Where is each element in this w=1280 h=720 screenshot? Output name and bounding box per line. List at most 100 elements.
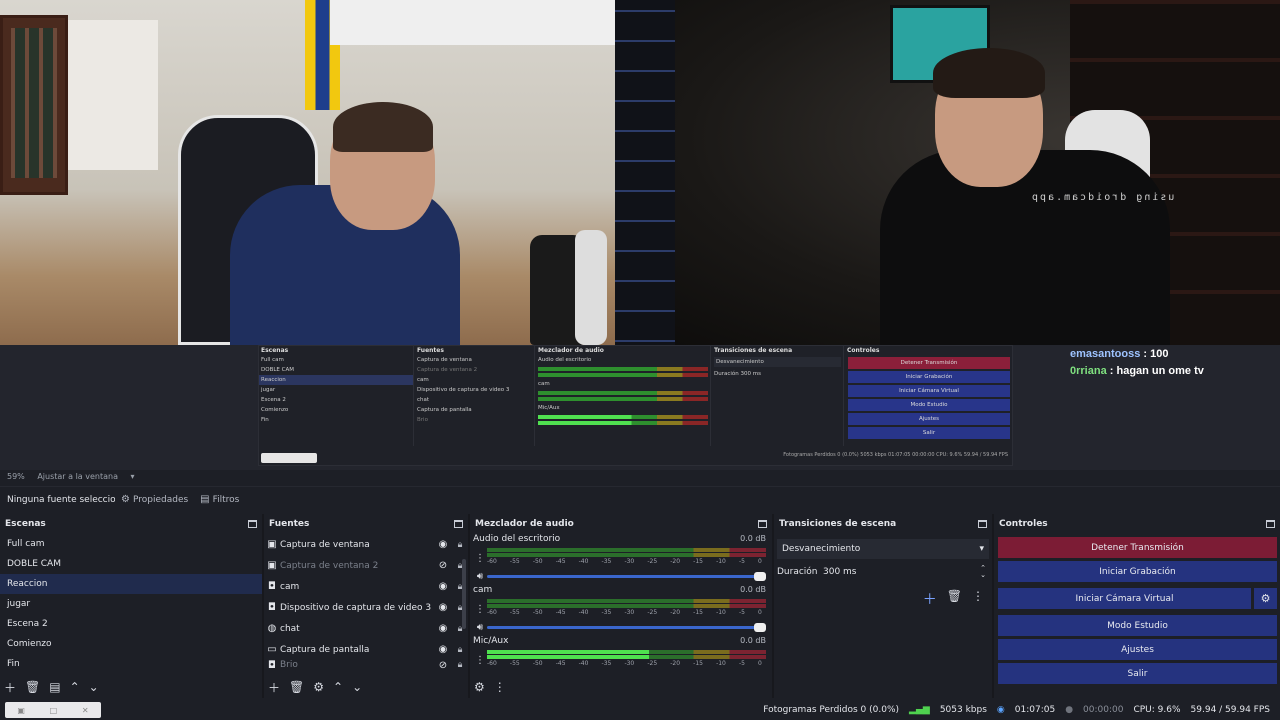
source-item[interactable]: ◘ Dispositivo de captura de video 3 ◉ 🔒︎ <box>264 597 468 618</box>
undock-icon[interactable] <box>454 520 463 528</box>
meter-bar-active <box>487 655 766 659</box>
undock-icon[interactable] <box>248 520 257 528</box>
scene-item[interactable]: DOBLE CAM <box>0 554 262 574</box>
more-options-icon[interactable]: ⋮ <box>972 589 984 609</box>
eye-icon[interactable]: ◉ <box>434 581 452 592</box>
sources-dock-title: Fuentes <box>264 514 468 534</box>
filters-button[interactable]: ▤ Filtros <box>194 494 245 505</box>
slider-handle[interactable] <box>754 571 766 581</box>
trash-icon[interactable]: 🗑 <box>289 680 304 694</box>
source-label: Captura de ventana 2 <box>280 560 379 571</box>
transition-select[interactable]: Desvanecimiento ▾ <box>777 539 989 559</box>
gear-icon[interactable]: ⚙ <box>313 680 324 694</box>
undock-icon[interactable] <box>978 520 987 528</box>
transition-actions: ＋ 🗑 ⋮ <box>774 585 992 613</box>
window-icon[interactable]: ▣ <box>17 706 25 715</box>
meter-bar <box>487 604 766 608</box>
zoom-fit-label: Ajustar a la ventana <box>37 472 118 481</box>
source-item[interactable]: ◘ Brio ⊘ 🔒︎ <box>264 660 468 670</box>
gear-icon[interactable]: ⚙ <box>1254 588 1277 609</box>
move-up-icon[interactable]: ⌃ <box>333 680 343 694</box>
preview-canvas[interactable]: using droidcam.app emasantooss : 100 0rr… <box>0 0 1280 470</box>
mini-channel: Mic/Aux <box>538 405 560 411</box>
eye-icon[interactable]: ◉ <box>434 623 452 634</box>
mini-source: Captura de pantalla <box>417 407 472 413</box>
tick: -45 <box>555 558 566 565</box>
more-options-icon[interactable]: ⋮ <box>473 604 487 615</box>
studio-mode-button[interactable]: Modo Estudio <box>998 615 1277 636</box>
tick: -45 <box>555 609 566 616</box>
status-bar: ▣ □ ✕ Fotogramas Perdidos 0 (0.0%) ▂▄▆ 5… <box>0 700 1280 720</box>
scene-item[interactable]: jugar <box>0 594 262 614</box>
volume-meter: -60 -55 -50 -45 -40 -35 -30 -25 -20 -15 -10 -5 0 <box>487 650 766 670</box>
close-icon[interactable]: ✕ <box>82 706 89 715</box>
move-up-icon[interactable]: ⌃ <box>70 680 80 694</box>
start-virtual-cam-button[interactable]: Iniciar Cámara Virtual <box>998 588 1251 609</box>
eye-icon[interactable]: ◉ <box>434 602 452 613</box>
volume-slider[interactable] <box>487 622 766 632</box>
volume-icon[interactable]: 🔊︎ <box>473 622 487 633</box>
controls-dock-title: Controles <box>994 514 1280 534</box>
more-options-icon[interactable]: ⋮ <box>473 553 487 564</box>
camera-icon: ◘ <box>268 660 276 670</box>
zoom-fit-select[interactable]: Ajustar a la ventana ▾ <box>37 472 144 481</box>
source-label: Captura de pantalla <box>280 644 370 655</box>
more-options-icon[interactable]: ⋮ <box>494 680 506 694</box>
scene-item[interactable]: Escena 2 <box>0 614 262 634</box>
undock-icon[interactable] <box>758 520 767 528</box>
add-icon[interactable]: ＋ <box>923 589 937 609</box>
filter-icon[interactable]: ▤ <box>49 680 60 694</box>
gear-icon[interactable]: ⚙ <box>474 680 485 694</box>
source-item[interactable]: ▭ Captura de pantalla ◉ 🔒︎ <box>264 639 468 660</box>
droidcam-watermark: using droidcam.app <box>1030 192 1175 203</box>
tick: -25 <box>647 609 658 616</box>
add-icon[interactable]: ＋ <box>268 679 280 696</box>
add-icon[interactable]: ＋ <box>4 679 16 696</box>
volume-icon[interactable]: 🔊︎ <box>473 571 487 582</box>
scene-item[interactable]: Reaccion <box>0 574 262 594</box>
lock-icon[interactable]: 🔒︎ <box>452 540 468 550</box>
source-label: chat <box>280 623 300 634</box>
spin-arrows-icon[interactable]: ⌃ ⌄ <box>980 565 986 579</box>
stream-icon: ◉ <box>996 705 1005 715</box>
channel-header: cam 0.0 dB <box>473 585 766 598</box>
source-label: Captura de ventana <box>280 539 370 550</box>
stream-time: 01:07:05 <box>1014 705 1056 715</box>
eye-off-icon[interactable]: ⊘ <box>434 660 452 670</box>
cpu-usage: CPU: 9.6% <box>1133 705 1181 715</box>
scrollbar[interactable] <box>462 559 466 629</box>
eye-icon[interactable]: ◉ <box>434 644 452 655</box>
slider-handle[interactable] <box>754 622 766 632</box>
stop-stream-button[interactable]: Detener Transmisión <box>998 537 1277 558</box>
mini-scene: jugar <box>261 387 276 393</box>
undock-icon[interactable] <box>1266 520 1275 528</box>
chat-username: emasantooss <box>1070 348 1141 360</box>
scenes-dock: Escenas Full cam DOBLE CAM Reaccion juga… <box>0 514 262 698</box>
source-label: Brio <box>280 660 298 670</box>
taskbar-dock[interactable]: ▣ □ ✕ <box>5 702 101 718</box>
scene-item[interactable]: Fin <box>0 654 262 674</box>
maximize-icon[interactable]: □ <box>50 706 58 715</box>
trash-icon[interactable]: 🗑 <box>947 589 962 609</box>
scene-item[interactable]: Full cam <box>0 534 262 554</box>
settings-button[interactable]: Ajustes <box>998 639 1277 660</box>
scene-item[interactable]: Comienzo <box>0 634 262 654</box>
eye-off-icon[interactable]: ⊘ <box>434 560 452 571</box>
trash-icon[interactable]: 🗑 <box>25 680 40 694</box>
volume-slider[interactable] <box>487 571 766 581</box>
lock-icon[interactable]: 🔒︎ <box>452 660 468 670</box>
source-item[interactable]: ▣ Captura de ventana ◉ 🔒︎ <box>264 534 468 555</box>
move-down-icon[interactable]: ⌄ <box>352 680 362 694</box>
source-item[interactable]: ◘ cam ◉ 🔒︎ <box>264 576 468 597</box>
zoom-level[interactable]: 59% <box>7 472 25 481</box>
exit-button[interactable]: Salir <box>998 663 1277 684</box>
eye-icon[interactable]: ◉ <box>434 539 452 550</box>
source-item[interactable]: ▣ Captura de ventana 2 ⊘ 🔒︎ <box>264 555 468 576</box>
move-down-icon[interactable]: ⌄ <box>89 680 99 694</box>
start-recording-button[interactable]: Iniciar Grabación <box>998 561 1277 582</box>
source-item[interactable]: ◍ chat ◉ 🔒︎ <box>264 618 468 639</box>
lock-icon[interactable]: 🔒︎ <box>452 645 468 655</box>
properties-button[interactable]: ⚙ Propiedades <box>115 494 194 505</box>
more-options-icon[interactable]: ⋮ <box>473 655 487 666</box>
duration-spinbox[interactable]: 300 ms ⌃ ⌄ <box>820 562 989 582</box>
